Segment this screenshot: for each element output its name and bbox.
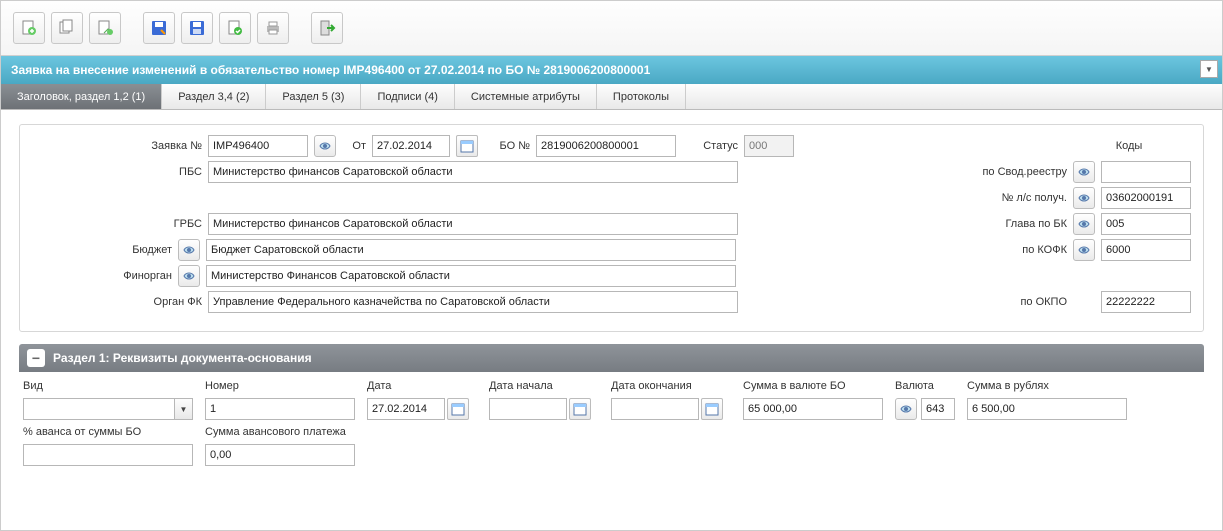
date-input[interactable] [372,135,450,157]
budget-picker[interactable] [178,239,200,261]
codes-label: Коды [1099,140,1159,152]
col-currency-label: Валюта [895,380,955,392]
finorg-picker[interactable] [178,265,200,287]
tab-section-5[interactable]: Раздел 5 (3) [266,84,361,109]
number-input[interactable] [205,398,355,420]
copy-doc-button[interactable] [51,12,83,44]
request-no-label: Заявка № [32,140,202,152]
sum-bo-input[interactable] [743,398,883,420]
avans-sum-input[interactable] [205,444,355,466]
currency-input[interactable] [921,398,955,420]
grbs-label: ГРБС [32,218,202,230]
code-ls-picker[interactable] [1073,187,1095,209]
code-okpo-label: по ОКПО [1020,296,1067,308]
doc-date-input[interactable] [367,398,445,420]
toolbar [1,1,1222,56]
code-svod-input[interactable] [1101,161,1191,183]
request-no-input[interactable] [208,135,308,157]
section-1-header: − Раздел 1: Реквизиты документа-основани… [19,344,1204,372]
tab-section-34[interactable]: Раздел 3,4 (2) [162,84,266,109]
export-doc-button[interactable] [89,12,121,44]
bo-no-label: БО № [484,140,530,152]
sum-rub-input[interactable] [967,398,1127,420]
code-kofk-picker[interactable] [1073,239,1095,261]
document-title: Заявка на внесение изменений в обязатель… [11,63,650,77]
orgfk-label: Орган ФК [32,296,202,308]
tab-protocols[interactable]: Протоколы [597,84,686,109]
tab-header-section[interactable]: Заголовок, раздел 1,2 (1) [1,84,162,109]
grbs-input[interactable] [208,213,738,235]
code-glava-picker[interactable] [1073,213,1095,235]
col-date-end-label: Дата окончания [611,380,731,392]
section-1-collapse-button[interactable]: − [27,349,45,367]
date-end-input[interactable] [611,398,699,420]
code-ls-label: № л/с получ. [1002,192,1067,204]
col-date-label: Дата [367,380,477,392]
tab-signatures[interactable]: Подписи (4) [361,84,454,109]
status-input [744,135,794,157]
date-label: От [342,140,366,152]
pbs-input[interactable] [208,161,738,183]
kind-input[interactable] [23,398,174,420]
orgfk-input[interactable] [208,291,738,313]
code-svod-picker[interactable] [1073,161,1095,183]
section-1: − Раздел 1: Реквизиты документа-основани… [19,344,1204,466]
date-start-calendar-button[interactable] [569,398,591,420]
code-glava-label: Глава по БК [1005,218,1067,230]
status-label: Статус [694,140,738,152]
section-1-title: Раздел 1: Реквизиты документа-основания [53,351,312,365]
bo-no-input[interactable] [536,135,676,157]
save-edit-button[interactable] [143,12,175,44]
avans-pct-input[interactable] [23,444,193,466]
doc-date-calendar-button[interactable] [447,398,469,420]
print-button[interactable] [257,12,289,44]
new-doc-button[interactable] [13,12,45,44]
code-kofk-input[interactable] [1101,239,1191,261]
code-svod-label: по Свод.реестру [982,166,1067,178]
header-form-panel: Заявка № От БО № Статус Коды [19,124,1204,332]
date-end-calendar-button[interactable] [701,398,723,420]
finorg-input[interactable] [206,265,736,287]
pbs-label: ПБС [32,166,202,178]
col-sum-bo-label: Сумма в валюте БО [743,380,883,392]
code-kofk-label: по КОФК [1022,244,1067,256]
tab-system-attrs[interactable]: Системные атрибуты [455,84,597,109]
col-kind-label: Вид [23,380,193,392]
header-dropdown-button[interactable]: ▼ [1200,60,1218,78]
code-ls-input[interactable] [1101,187,1191,209]
request-no-picker[interactable] [314,135,336,157]
col-avans-pct-label: % аванса от суммы БО [23,426,193,438]
col-date-start-label: Дата начала [489,380,599,392]
kind-dropdown-button[interactable]: ▼ [174,398,193,420]
col-number-label: Номер [205,380,355,392]
code-okpo-input[interactable] [1101,291,1191,313]
currency-picker[interactable] [895,398,917,420]
col-avans-sum-label: Сумма авансового платежа [205,426,355,438]
date-calendar-button[interactable] [456,135,478,157]
approve-button[interactable] [219,12,251,44]
date-start-input[interactable] [489,398,567,420]
finorg-label: Финорган [32,270,172,282]
exit-button[interactable] [311,12,343,44]
budget-label: Бюджет [32,244,172,256]
code-glava-input[interactable] [1101,213,1191,235]
col-sum-rub-label: Сумма в рублях [967,380,1127,392]
tabbar: Заголовок, раздел 1,2 (1) Раздел 3,4 (2)… [1,84,1222,110]
budget-input[interactable] [206,239,736,261]
document-header: Заявка на внесение изменений в обязатель… [1,56,1222,84]
save-button[interactable] [181,12,213,44]
